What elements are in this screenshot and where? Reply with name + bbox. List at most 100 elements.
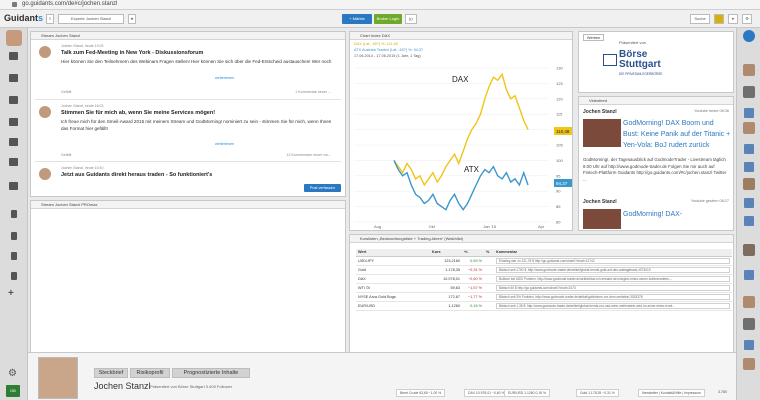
- row-comment[interactable]: Bärisch 60 $ http://go.guidants.com/char…: [496, 284, 730, 291]
- star-icon[interactable]: ★: [128, 14, 136, 24]
- status-gold[interactable]: Gold 1.178,35 −0,31 %: [576, 389, 619, 397]
- bookmark-icon[interactable]: [11, 210, 17, 218]
- stream-post[interactable]: Jochen Stanzl, heute 10:40 Jetzt aus Gui…: [35, 164, 341, 186]
- author-avatar[interactable]: [39, 46, 51, 58]
- col-wert[interactable]: Wert: [356, 249, 430, 257]
- settings-icon[interactable]: ⚙: [742, 14, 752, 24]
- person-icon[interactable]: [9, 74, 18, 82]
- contact-avatar[interactable]: [743, 122, 755, 134]
- row-comment[interactable]: Bärisch seit 1700 $. http://www.godmode-…: [496, 266, 730, 273]
- row-comment[interactable]: Bärisch seit 3% Punkten. http://www.godm…: [496, 293, 730, 300]
- contacts-icon[interactable]: [9, 158, 18, 166]
- document-icon[interactable]: [744, 270, 754, 280]
- read-more-link[interactable]: weiterlesen: [215, 76, 234, 80]
- bookmark-icon-2[interactable]: [11, 232, 17, 240]
- status-brent[interactable]: Brent Crude 63,65 −1,00 %: [396, 389, 446, 397]
- stream-post[interactable]: Jochen Stanzl, heute 19:25 Talk zum Fed-…: [35, 42, 341, 100]
- row-comment-cell[interactable]: Einstieg war zu 121,78 $ http://go.guida…: [494, 256, 732, 266]
- row-comment[interactable]: Bullisch bei 6200 Punkten. http://www.go…: [496, 275, 730, 282]
- contact-avatar[interactable]: [743, 86, 755, 98]
- contact-avatar[interactable]: [743, 296, 755, 308]
- status-eurusd[interactable]: EUR/USD 1,1260 0,16 %: [504, 389, 551, 397]
- watchlist-row[interactable]: EUR/USD 1,1260 0,16 % Bärisch seit 1,38 $. …: [356, 301, 732, 311]
- contact-avatar[interactable]: [743, 64, 755, 76]
- url-text[interactable]: go.guidants.com/de#c/jochen.stanzl: [22, 1, 117, 7]
- col-pct[interactable]: %: [484, 249, 494, 257]
- portfolio-icon[interactable]: [9, 118, 18, 126]
- row-comment-cell[interactable]: Bärisch seit 1,38 $. http://www.godmode-…: [494, 301, 732, 311]
- watchlist-row[interactable]: Gold 1.178,35 −0,31 % Bärisch seit 1700 $. …: [356, 265, 732, 275]
- chart-svg[interactable]: DAX ATX 13012512011511010510095908580 Au…: [350, 60, 574, 230]
- send-icon[interactable]: ➤: [728, 14, 738, 24]
- row-name[interactable]: NYSE Arca Gold Bugs: [356, 292, 430, 302]
- broker-icon[interactable]: DB: [6, 385, 20, 397]
- desktop-icon[interactable]: [9, 52, 18, 60]
- row-comment-cell[interactable]: Bärisch seit 3% Punkten. http://www.godm…: [494, 292, 732, 302]
- row-name[interactable]: EUR/USD: [356, 301, 430, 311]
- stream-post[interactable]: Jochen Stanzl, heute 16:03 Stimmen Sie f…: [35, 102, 341, 162]
- video-thumbnail[interactable]: [583, 119, 621, 147]
- row-name[interactable]: Gold: [356, 265, 430, 275]
- chart-icon[interactable]: [9, 96, 18, 104]
- document-icon[interactable]: [744, 216, 754, 226]
- gear-icon[interactable]: ⚙: [8, 368, 17, 379]
- comments-link[interactable]: 1 Kommentar neuer ...: [295, 90, 331, 94]
- like-button[interactable]: Gefällt: [61, 90, 71, 94]
- bookmark-icon-3[interactable]: [11, 252, 17, 260]
- flag-de-icon[interactable]: [714, 14, 724, 24]
- contact-avatar[interactable]: [743, 318, 755, 330]
- video-title-2[interactable]: GodMorning! DAX-: [623, 211, 682, 218]
- add-markets-button[interactable]: + Märkte: [342, 14, 372, 24]
- watchlist-row[interactable]: DAX 10.978,01 −0,60 % Bullisch bei 6200 Pun…: [356, 274, 732, 284]
- author-avatar[interactable]: [39, 106, 51, 118]
- contact-avatar[interactable]: [743, 178, 755, 190]
- video-thumbnail-2[interactable]: [583, 209, 621, 229]
- ad-tag[interactable]: Werben: [583, 34, 605, 41]
- row-comment-cell[interactable]: Bärisch seit 1700 $. http://www.godmode-…: [494, 265, 732, 275]
- signal-icon[interactable]: ((•: [405, 14, 417, 24]
- speedometer-icon[interactable]: [9, 182, 18, 190]
- document-icon[interactable]: [744, 198, 754, 208]
- broker-login-button[interactable]: Broker Login: [374, 14, 402, 24]
- row-name[interactable]: DAX: [356, 274, 430, 284]
- document-icon[interactable]: [744, 162, 754, 172]
- status-dax[interactable]: DAX 10.978,01 −0,60 %: [464, 389, 509, 397]
- author-avatar[interactable]: [39, 168, 51, 180]
- ad-brand-2[interactable]: Stuttgart: [619, 60, 661, 70]
- like-button[interactable]: Gefällt: [61, 153, 71, 157]
- col-kurs[interactable]: Kurs: [430, 249, 462, 257]
- row-name[interactable]: WTI Öl: [356, 283, 430, 293]
- post-title[interactable]: Stimmen Sie für mich ab, wenn Sie meine …: [61, 110, 215, 116]
- col-change[interactable]: +/-: [462, 249, 484, 257]
- menu-icon[interactable]: ≡: [46, 14, 54, 24]
- footer-links[interactable]: Newsletter | Kontakt&Hilfe | Impressum: [638, 389, 705, 397]
- post-title[interactable]: Talk zum Fed-Meeting in New York - Disku…: [61, 50, 203, 56]
- add-icon[interactable]: +: [8, 288, 14, 299]
- tab-prognosen[interactable]: Prognostizierte Inhalte: [172, 368, 250, 378]
- profile-photo[interactable]: [38, 357, 78, 399]
- search-button[interactable]: Suche: [690, 14, 710, 24]
- bookmark-icon-4[interactable]: [11, 272, 17, 280]
- contact-avatar[interactable]: [743, 358, 755, 370]
- row-comment-cell[interactable]: Bärisch 60 $ http://go.guidants.com/char…: [494, 283, 732, 293]
- document-icon[interactable]: [744, 340, 754, 350]
- document-icon[interactable]: [744, 144, 754, 154]
- user-avatar[interactable]: [6, 30, 22, 46]
- post-button[interactable]: Post verfassen: [303, 184, 341, 192]
- video-title[interactable]: GodMorning! DAX Boom und Bust: Keine Pan…: [623, 118, 731, 151]
- row-comment-cell[interactable]: Bullisch bei 6200 Punkten. http://www.go…: [494, 274, 732, 284]
- mail-icon[interactable]: [9, 138, 18, 146]
- desktop-select[interactable]: Experte Jochen Stanzl: [58, 14, 124, 24]
- logo[interactable]: Guidants: [4, 13, 43, 23]
- document-icon[interactable]: [744, 108, 754, 118]
- row-comment[interactable]: Einstieg war zu 121,78 $ http://go.guida…: [496, 257, 730, 264]
- watchlist-row[interactable]: NYSE Arca Gold Bugs 172,67 −1,77 % Bärisch …: [356, 292, 732, 302]
- row-name[interactable]: USD/JPY: [356, 256, 430, 266]
- comments-link[interactable]: 13 Kommentare neuer vor...: [286, 153, 331, 157]
- post-title[interactable]: Jetzt aus Guidants direkt heraus traden …: [61, 172, 212, 178]
- tab-risikoprofil[interactable]: Risikoprofil: [130, 368, 170, 378]
- read-more-link[interactable]: weiterlesen: [215, 142, 234, 146]
- tab-steckbrief[interactable]: Steckbrief: [94, 368, 128, 378]
- watchlist-row[interactable]: USD/JPY 123,2160 0,59 % Einstieg war zu 121…: [356, 256, 732, 266]
- browser-url-bar[interactable]: go.guidants.com/de#c/jochen.stanzl: [0, 0, 760, 10]
